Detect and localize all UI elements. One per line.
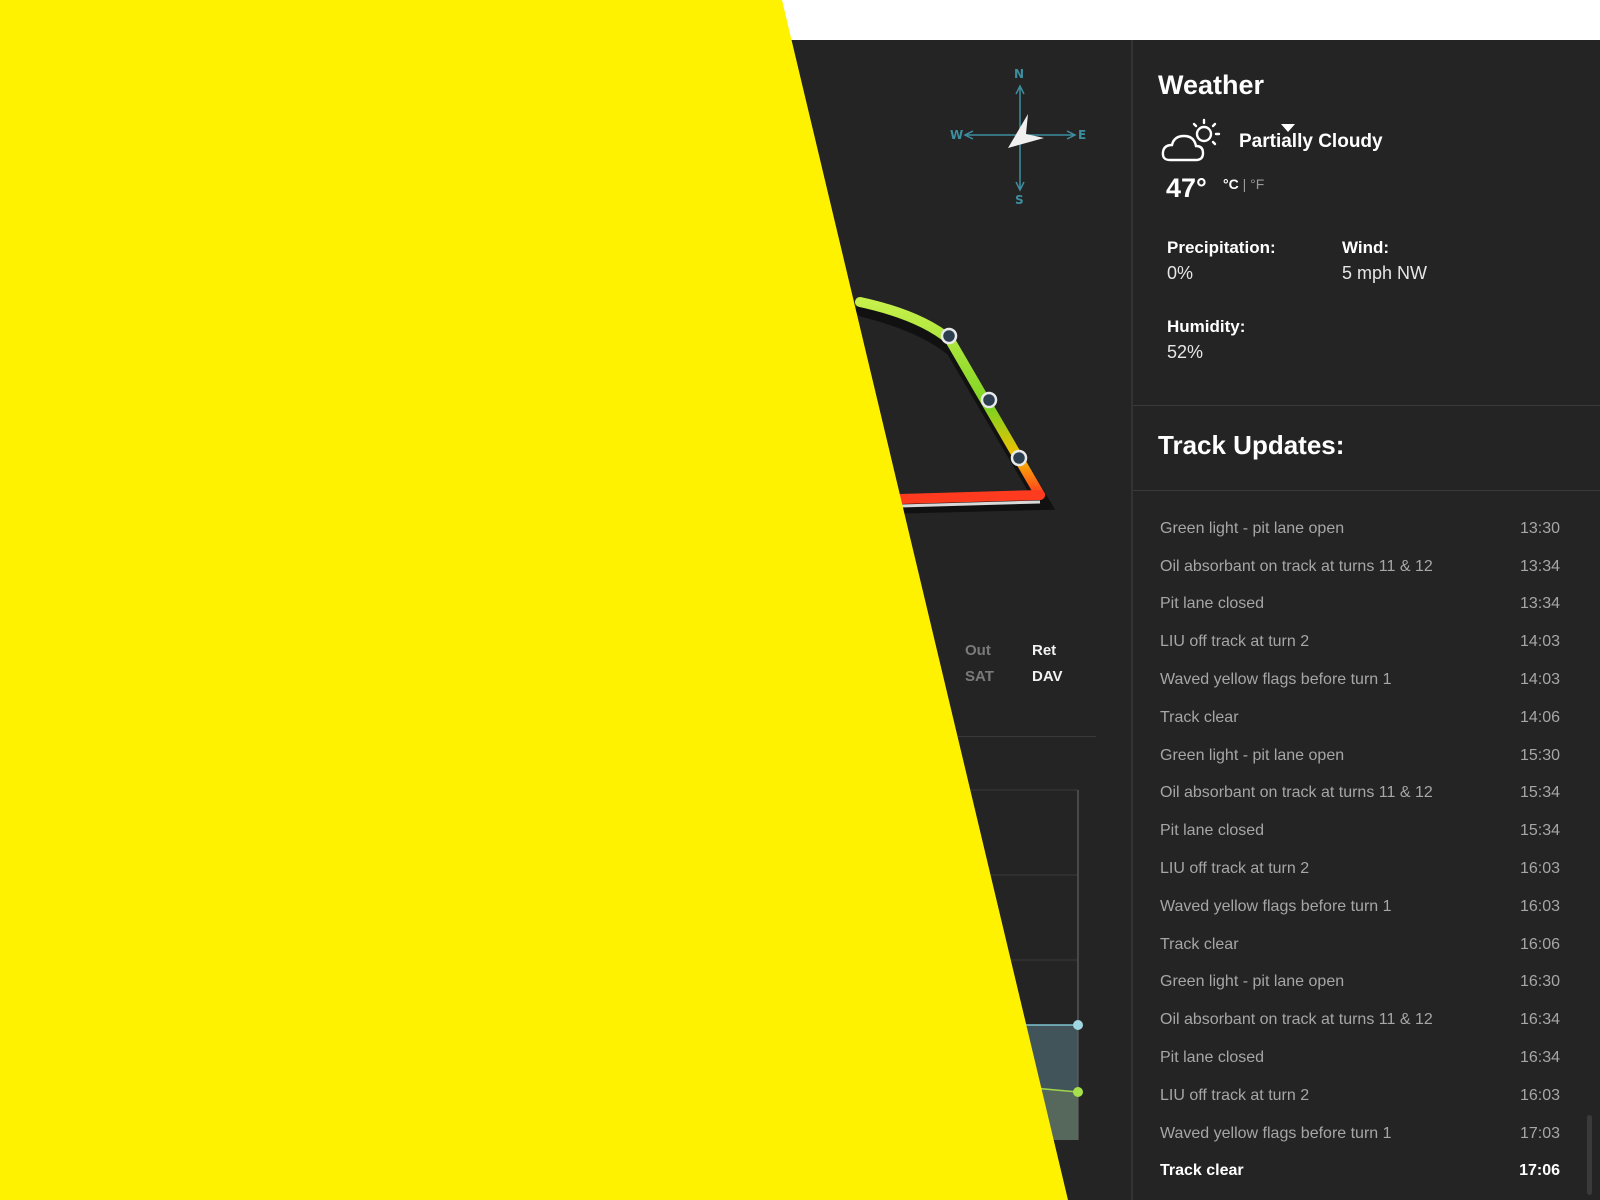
yellow-overlay — [0, 0, 1068, 1200]
